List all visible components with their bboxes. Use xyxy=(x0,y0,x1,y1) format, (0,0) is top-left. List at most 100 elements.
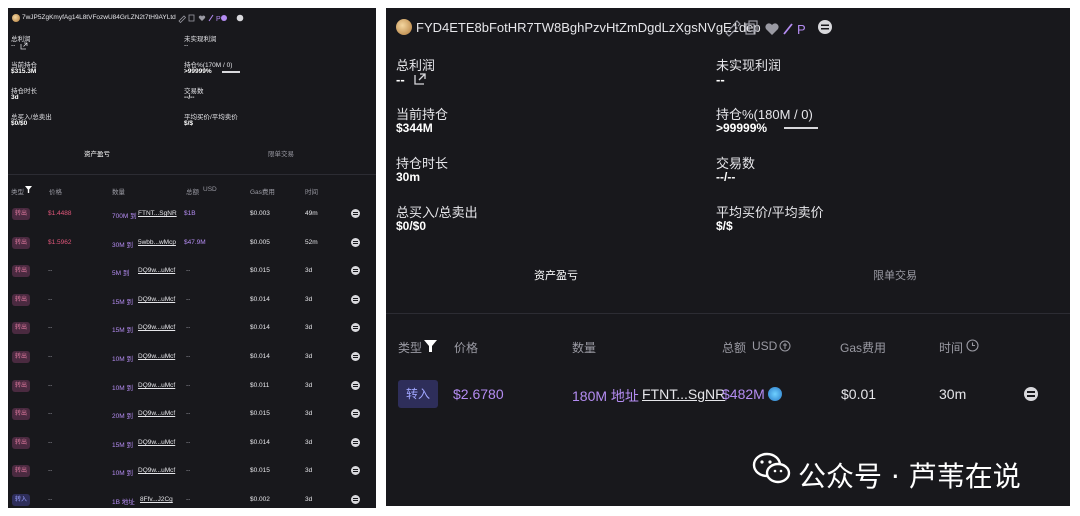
row-address-link[interactable]: DQ9w...uMcf xyxy=(138,267,175,274)
wallet-address[interactable]: FYD4ETE8bFotHR7TW8BghPzvHtZmDgdLzXgsNVgE… xyxy=(416,20,761,35)
row-time: 49m xyxy=(305,210,318,217)
edit-icon[interactable] xyxy=(178,15,187,23)
row-menu-icon[interactable] xyxy=(351,352,360,361)
row-total: -- xyxy=(186,467,191,474)
tabs-divider xyxy=(386,313,1070,314)
avg-price-value: $/$ xyxy=(716,219,733,233)
wallet-address[interactable]: 7wJP5ZgKmyfAg14L8tVFozwU84GrLZN2t7tH9AYL… xyxy=(22,14,176,21)
pen-icon[interactable] xyxy=(208,14,214,22)
row-menu-icon[interactable] xyxy=(351,209,360,218)
row-address-link[interactable]: 5wbb...wMcp xyxy=(138,239,176,246)
row-time: 3d xyxy=(305,296,313,303)
row-menu-icon[interactable] xyxy=(351,295,360,304)
col-usd[interactable]: USD xyxy=(203,186,217,193)
tab-limit-orders[interactable]: 限单交易 xyxy=(873,267,917,283)
pen-icon[interactable] xyxy=(783,23,793,35)
type-badge: 转出 xyxy=(12,465,30,477)
row-amount: 20M 到 xyxy=(112,413,133,420)
col-price[interactable]: 价格 xyxy=(454,339,478,356)
row-gas: $0.015 xyxy=(250,467,270,474)
row-gas: $0.002 xyxy=(250,496,270,503)
row-menu-icon[interactable] xyxy=(351,323,360,332)
row-address-link[interactable]: FTNT...SgNR xyxy=(642,386,725,402)
row-menu-icon[interactable] xyxy=(1024,387,1038,401)
left-wallet-panel: 7wJP5ZgKmyfAg14L8tVFozwU84GrLZN2t7tH9AYL… xyxy=(8,8,376,508)
tab-asset-pnl[interactable]: 资产盈亏 xyxy=(84,148,110,158)
right-wallet-panel: FYD4ETE8bFotHR7TW8BghPzvHtZmDgdLzXgsNVgE… xyxy=(386,8,1070,506)
row-amount: 180M 地址 xyxy=(572,388,639,404)
p-letter-icon: P xyxy=(797,22,806,37)
row-address-link[interactable]: DQ9w...uMcf xyxy=(138,324,175,331)
row-amount: 30M 到 xyxy=(112,242,133,249)
row-total: -- xyxy=(186,439,191,446)
row-time: 3d xyxy=(305,353,313,360)
wallet-avatar xyxy=(12,14,20,22)
unrealized-label: 未实现利润 xyxy=(716,58,782,73)
row-total: $482M xyxy=(722,386,765,402)
copy-icon[interactable] xyxy=(188,14,195,22)
row-menu-icon[interactable] xyxy=(351,438,360,447)
menu-icon[interactable] xyxy=(818,20,832,34)
row-price: -- xyxy=(48,353,53,360)
row-time: 52m xyxy=(305,239,318,246)
row-address-link[interactable]: FTNT...SgNR xyxy=(138,210,177,217)
row-gas: $0.014 xyxy=(250,324,270,331)
row-address-link[interactable]: DQ9w...uMcf xyxy=(138,296,175,303)
filter-icon[interactable] xyxy=(424,340,437,352)
row-price: -- xyxy=(48,324,53,331)
filter-icon[interactable] xyxy=(25,186,32,193)
col-amount: 数量 xyxy=(572,341,597,355)
copy-icon[interactable] xyxy=(745,20,758,35)
row-menu-icon[interactable] xyxy=(351,466,360,475)
type-badge: 转出 xyxy=(12,437,30,449)
row-total: -- xyxy=(186,353,191,360)
tabs-divider xyxy=(8,174,376,175)
row-price: -- xyxy=(48,382,53,389)
edit-icon[interactable] xyxy=(725,20,741,37)
heart-icon[interactable] xyxy=(765,23,779,35)
row-gas: $0.003 xyxy=(250,210,270,217)
row-menu-icon[interactable] xyxy=(351,238,360,247)
menu-icon[interactable] xyxy=(221,14,244,22)
row-amount: 15M 到 xyxy=(112,327,133,334)
external-link-icon[interactable] xyxy=(413,72,427,86)
duration-value: 3d xyxy=(11,94,19,101)
row-total: $1B xyxy=(184,210,196,217)
row-amount: 15M 到 xyxy=(112,299,133,306)
row-menu-icon[interactable] xyxy=(351,495,360,504)
row-total: $47.9M xyxy=(184,239,206,246)
tab-asset-pnl[interactable]: 资产盈亏 xyxy=(534,267,578,283)
row-address-link[interactable]: DQ9w...uMcf xyxy=(138,467,175,474)
row-menu-icon[interactable] xyxy=(351,409,360,418)
row-price: -- xyxy=(48,467,53,474)
total-profit-value: -- xyxy=(11,42,16,49)
row-address-link[interactable]: 8Ffv...J2Cg xyxy=(140,496,173,503)
total-profit-value: -- xyxy=(396,72,405,87)
wallet-avatar xyxy=(396,19,412,35)
holding-value: $344M xyxy=(396,121,433,135)
row-menu-icon[interactable] xyxy=(351,266,360,275)
type-badge: 转出 xyxy=(12,265,30,277)
holding-pct-value: >99999% xyxy=(184,68,212,75)
external-link-icon[interactable] xyxy=(20,42,28,50)
col-usd[interactable]: USD xyxy=(752,339,777,353)
trades-value: --/-- xyxy=(716,170,736,184)
tab-limit-orders[interactable]: 限单交易 xyxy=(268,148,294,158)
type-badge: 转出 xyxy=(12,294,30,306)
row-address-link[interactable]: DQ9w...uMcf xyxy=(138,439,175,446)
row-time: 3d xyxy=(305,467,313,474)
currency-toggle-icon[interactable] xyxy=(779,340,791,352)
row-total: -- xyxy=(186,267,191,274)
row-menu-icon[interactable] xyxy=(351,381,360,390)
row-amount: 10M 到 xyxy=(112,385,133,392)
wallet-toolbar-icons: P xyxy=(725,20,832,37)
heart-icon[interactable] xyxy=(198,15,206,21)
col-price[interactable]: 价格 xyxy=(49,186,62,196)
col-total: 总额 xyxy=(186,189,199,196)
row-gas: $0.014 xyxy=(250,296,270,303)
row-address-link[interactable]: DQ9w...uMcf xyxy=(138,382,175,389)
row-address-link[interactable]: DQ9w...uMcf xyxy=(138,353,175,360)
row-total: -- xyxy=(186,382,191,389)
row-address-link[interactable]: DQ9w...uMcf xyxy=(138,410,175,417)
duration-value: 30m xyxy=(396,170,421,184)
